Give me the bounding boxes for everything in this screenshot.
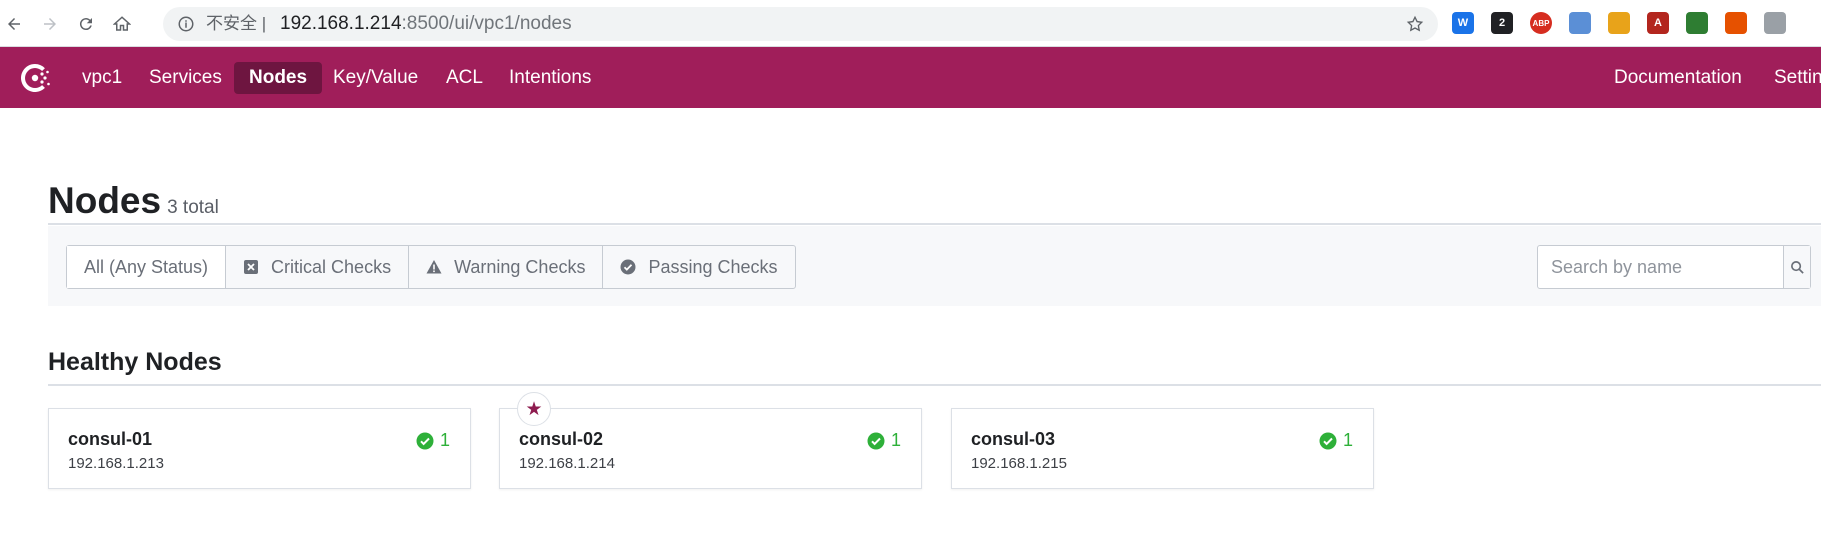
- leader-star-icon: ★: [517, 392, 551, 426]
- node-name[interactable]: consul-03: [971, 429, 1055, 450]
- url-text[interactable]: 192.168.1.214:8500/ui/vpc1/nodes: [280, 14, 572, 34]
- nav-services[interactable]: Services: [134, 62, 237, 94]
- section-title: Healthy Nodes: [48, 348, 222, 376]
- status-filter-group: All (Any Status) Critical Checks Warning…: [66, 245, 796, 289]
- app-header: vpc1 Services Nodes Key/Value ACL Intent…: [0, 47, 1821, 108]
- passing-checks-count: 1: [867, 430, 901, 451]
- badge-extension-icon[interactable]: 2: [1491, 12, 1513, 34]
- browser-toolbar: 不安全 | 192.168.1.214:8500/ui/vpc1/nodes W…: [0, 0, 1821, 47]
- node-address: 192.168.1.214: [519, 455, 615, 472]
- back-icon[interactable]: [2, 12, 26, 36]
- warning-icon: [426, 260, 442, 274]
- node-name[interactable]: consul-01: [68, 429, 152, 450]
- filter-passing[interactable]: Passing Checks: [603, 246, 794, 288]
- filter-all[interactable]: All (Any Status): [67, 246, 227, 288]
- nav-acl[interactable]: ACL: [431, 62, 498, 94]
- title-divider: [48, 223, 1821, 225]
- passing-checks-count: 1: [416, 430, 450, 451]
- nav-settings[interactable]: Settin: [1759, 62, 1821, 94]
- section-divider: [48, 384, 1821, 386]
- passing-checks-count: 1: [1319, 430, 1353, 451]
- search-input[interactable]: [1538, 246, 1783, 288]
- search-box: [1537, 245, 1811, 289]
- passing-icon: [620, 259, 636, 275]
- a-extension-icon[interactable]: A: [1647, 12, 1669, 34]
- search-button[interactable]: [1783, 246, 1810, 288]
- node-card[interactable]: ★ consul-02 192.168.1.214 1: [499, 392, 922, 489]
- filter-bar: All (Any Status) Critical Checks Warning…: [48, 226, 1821, 306]
- nav-nodes[interactable]: Nodes: [234, 62, 323, 94]
- home-icon[interactable]: [110, 12, 134, 36]
- network-extension-icon[interactable]: [1725, 12, 1747, 34]
- insecure-label: 不安全 |: [206, 14, 267, 33]
- globe-extension-icon[interactable]: [1569, 12, 1591, 34]
- node-name[interactable]: consul-02: [519, 429, 603, 450]
- filter-warning[interactable]: Warning Checks: [409, 246, 604, 288]
- nav-intentions[interactable]: Intentions: [494, 62, 606, 94]
- info-icon[interactable]: [177, 15, 195, 33]
- consul-logo-icon[interactable]: [17, 60, 53, 96]
- critical-icon: [244, 260, 259, 274]
- check-circle-icon: [867, 432, 885, 449]
- nav-documentation[interactable]: Documentation: [1599, 62, 1757, 94]
- address-bar[interactable]: 不安全 | 192.168.1.214:8500/ui/vpc1/nodes: [163, 7, 1438, 41]
- check-circle-icon: [1319, 432, 1337, 449]
- node-card[interactable]: consul-01 192.168.1.213 1: [48, 408, 471, 489]
- word-icon[interactable]: W: [1452, 12, 1474, 34]
- search-icon: [1790, 260, 1804, 274]
- datacenter-menu[interactable]: vpc1: [67, 62, 137, 94]
- filter-critical[interactable]: Critical Checks: [226, 246, 410, 288]
- node-card[interactable]: consul-03 192.168.1.215 1: [951, 408, 1374, 489]
- check-circle-icon: [416, 432, 434, 449]
- node-address: 192.168.1.213: [68, 455, 164, 472]
- leaf-extension-icon[interactable]: [1686, 12, 1708, 34]
- shield-extension-icon[interactable]: [1608, 12, 1630, 34]
- adblock-icon[interactable]: ABP: [1530, 12, 1552, 34]
- page-title: Nodes 3 total: [48, 180, 219, 221]
- nav-key-value[interactable]: Key/Value: [318, 62, 433, 94]
- node-address: 192.168.1.215: [971, 455, 1067, 472]
- reload-icon[interactable]: [74, 12, 98, 36]
- cursor-extension-icon[interactable]: [1764, 12, 1786, 34]
- total-count: 3 total: [167, 197, 219, 218]
- bookmark-star-icon[interactable]: [1406, 15, 1424, 33]
- forward-icon[interactable]: [38, 12, 62, 36]
